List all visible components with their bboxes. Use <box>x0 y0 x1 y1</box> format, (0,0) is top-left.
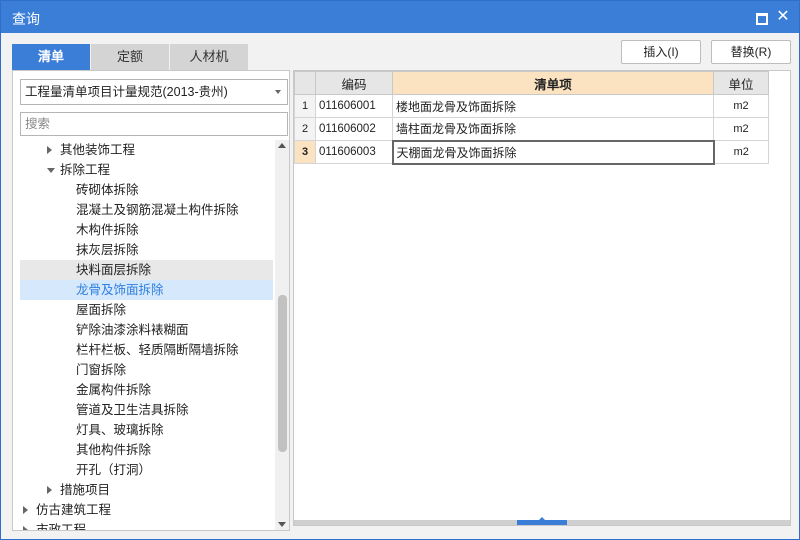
tree-item[interactable]: 金属构件拆除 <box>20 380 273 400</box>
row-index[interactable]: 2 <box>294 117 316 141</box>
caret-right-icon[interactable] <box>23 506 28 514</box>
cell-item[interactable]: 楼地面龙骨及饰面拆除 <box>392 94 714 118</box>
cell-unit[interactable]: m2 <box>713 117 769 141</box>
scrollbar-thumb[interactable] <box>278 295 287 452</box>
cell-code[interactable]: 011606003 <box>315 140 393 164</box>
tree-item[interactable]: 门窗拆除 <box>20 360 273 380</box>
maximize-icon[interactable] <box>753 9 769 25</box>
tree-item-label: 混凝土及钢筋混凝土构件拆除 <box>76 203 239 217</box>
tree-item[interactable]: 拆除工程 <box>20 160 273 180</box>
tree-item-label: 其他装饰工程 <box>60 143 136 157</box>
tree-item-label: 木构件拆除 <box>76 223 139 237</box>
caret-right-icon[interactable] <box>47 486 52 494</box>
spec-select[interactable]: 工程量清单项目计量规范(2013-贵州) <box>20 79 288 105</box>
tree-item[interactable]: 仿古建筑工程 <box>20 500 273 520</box>
tree-item-label: 金属构件拆除 <box>76 383 152 397</box>
spec-select-value: 工程量清单项目计量规范(2013-贵州) <box>25 85 228 99</box>
grid-scrollbar[interactable] <box>294 517 790 525</box>
row-index[interactable]: 1 <box>294 94 316 118</box>
tree-item[interactable]: 栏杆栏板、轻质隔断隔墙拆除 <box>20 340 273 360</box>
category-tree: 其他装饰工程 拆除工程砖砌体拆除混凝土及钢筋混凝土构件拆除 木构件拆除抹灰层拆除块料… <box>20 140 273 530</box>
tree-item-label: 其他构件拆除 <box>76 443 152 457</box>
tree-item-label: 砖砌体拆除 <box>76 183 139 197</box>
tree-item-label: 拆除工程 <box>60 163 111 177</box>
tree-item-label: 灯具、玻璃拆除 <box>76 423 164 437</box>
tree-item-label: 开孔（打洞） <box>76 463 152 477</box>
tree-item[interactable]: 块料面层拆除 <box>20 260 273 280</box>
bill-table: 编码 清单项 单位 1 011606001 楼地面龙骨及饰面拆除 m2 2 0116060… <box>294 71 769 165</box>
bill-grid-panel: 编码 清单项 单位 1 011606001 楼地面龙骨及饰面拆除 m2 2 0116060… <box>293 70 791 526</box>
tree-item[interactable]: 铲除油漆涂料裱糊面 <box>20 320 273 340</box>
cell-code[interactable]: 011606001 <box>315 94 393 118</box>
tree-item[interactable]: 灯具、玻璃拆除 <box>20 420 273 440</box>
scroll-down-icon[interactable] <box>278 522 286 527</box>
tree-item[interactable]: 管道及卫生洁具拆除 <box>20 400 273 420</box>
cell-unit[interactable]: m2 <box>713 94 769 118</box>
tree-item[interactable]: 开孔（打洞） <box>20 460 273 480</box>
tab-bill[interactable]: 清单 <box>12 44 90 70</box>
table-row[interactable]: 2 011606002 墙柱面龙骨及饰面拆除 m2 <box>294 117 769 141</box>
search-input[interactable] <box>20 112 288 136</box>
tree-item-label: 龙骨及饰面拆除 <box>76 283 164 297</box>
row-index[interactable]: 3 <box>294 140 316 164</box>
window-title: 查询 <box>12 11 40 27</box>
tree-item-label: 门窗拆除 <box>76 363 127 377</box>
tree-item[interactable]: 市政工程 <box>20 520 273 530</box>
close-icon[interactable]: ✕ <box>775 9 791 25</box>
tree-item[interactable]: 龙骨及饰面拆除 <box>20 280 273 300</box>
tree-item-label: 屋面拆除 <box>76 303 127 317</box>
tree-item[interactable]: 抹灰层拆除 <box>20 240 273 260</box>
col-header-code[interactable]: 编码 <box>315 71 393 95</box>
tab-labor-material-machine[interactable]: 人材机 <box>170 44 248 70</box>
tree-item[interactable]: 措施项目 <box>20 480 273 500</box>
tree-item-label: 铲除油漆涂料裱糊面 <box>76 323 189 337</box>
tree-item[interactable]: 其他构件拆除 <box>20 440 273 460</box>
tree-item[interactable]: 木构件拆除 <box>20 220 273 240</box>
tree-item[interactable]: 屋面拆除 <box>20 300 273 320</box>
tree-item[interactable]: 其他装饰工程 <box>20 140 273 160</box>
tree-item-label: 仿古建筑工程 <box>36 503 112 517</box>
query-dialog: 查询 ✕ 清单 定额 人材机 插入(I) 替换(R) 工程量清单项目计量规范(2… <box>0 0 800 540</box>
title-bar[interactable]: 查询 ✕ <box>1 1 799 33</box>
tree-item-label: 抹灰层拆除 <box>76 243 139 257</box>
col-header-item[interactable]: 清单项 <box>392 71 714 95</box>
caret-right-icon[interactable] <box>23 526 28 530</box>
tree-item[interactable]: 混凝土及钢筋混凝土构件拆除 <box>20 200 273 220</box>
tree-item-label: 市政工程 <box>36 523 87 530</box>
insert-button[interactable]: 插入(I) <box>621 40 701 64</box>
caret-right-icon[interactable] <box>47 146 52 154</box>
scroll-up-icon[interactable] <box>278 143 286 148</box>
chevron-up-icon[interactable] <box>517 517 567 525</box>
tree-item-label: 管道及卫生洁具拆除 <box>76 403 189 417</box>
chevron-down-icon[interactable] <box>275 90 281 94</box>
cell-code[interactable]: 011606002 <box>315 117 393 141</box>
tree-item-label: 栏杆栏板、轻质隔断隔墙拆除 <box>76 343 239 357</box>
left-panel: 工程量清单项目计量规范(2013-贵州) 其他装饰工程拆除工程砖砌体拆除混凝土及… <box>12 70 290 531</box>
replace-button[interactable]: 替换(R) <box>711 40 791 64</box>
table-row[interactable]: 1 011606001 楼地面龙骨及饰面拆除 m2 <box>294 94 769 118</box>
row-index-header <box>294 71 316 95</box>
tree-item-label: 措施项目 <box>60 483 111 497</box>
cell-unit[interactable]: m2 <box>713 140 769 164</box>
tree-scrollbar[interactable] <box>275 140 289 530</box>
cell-item[interactable]: 墙柱面龙骨及饰面拆除 <box>392 117 714 141</box>
cell-item[interactable]: 天棚面龙骨及饰面拆除 <box>391 139 715 165</box>
caret-down-icon[interactable] <box>47 168 55 173</box>
col-header-unit[interactable]: 单位 <box>713 71 769 95</box>
tree-item-label: 块料面层拆除 <box>76 263 152 277</box>
tree-item[interactable]: 砖砌体拆除 <box>20 180 273 200</box>
table-row[interactable]: 3 011606003 天棚面龙骨及饰面拆除 m2 <box>294 139 769 165</box>
tab-quota[interactable]: 定额 <box>91 44 169 70</box>
